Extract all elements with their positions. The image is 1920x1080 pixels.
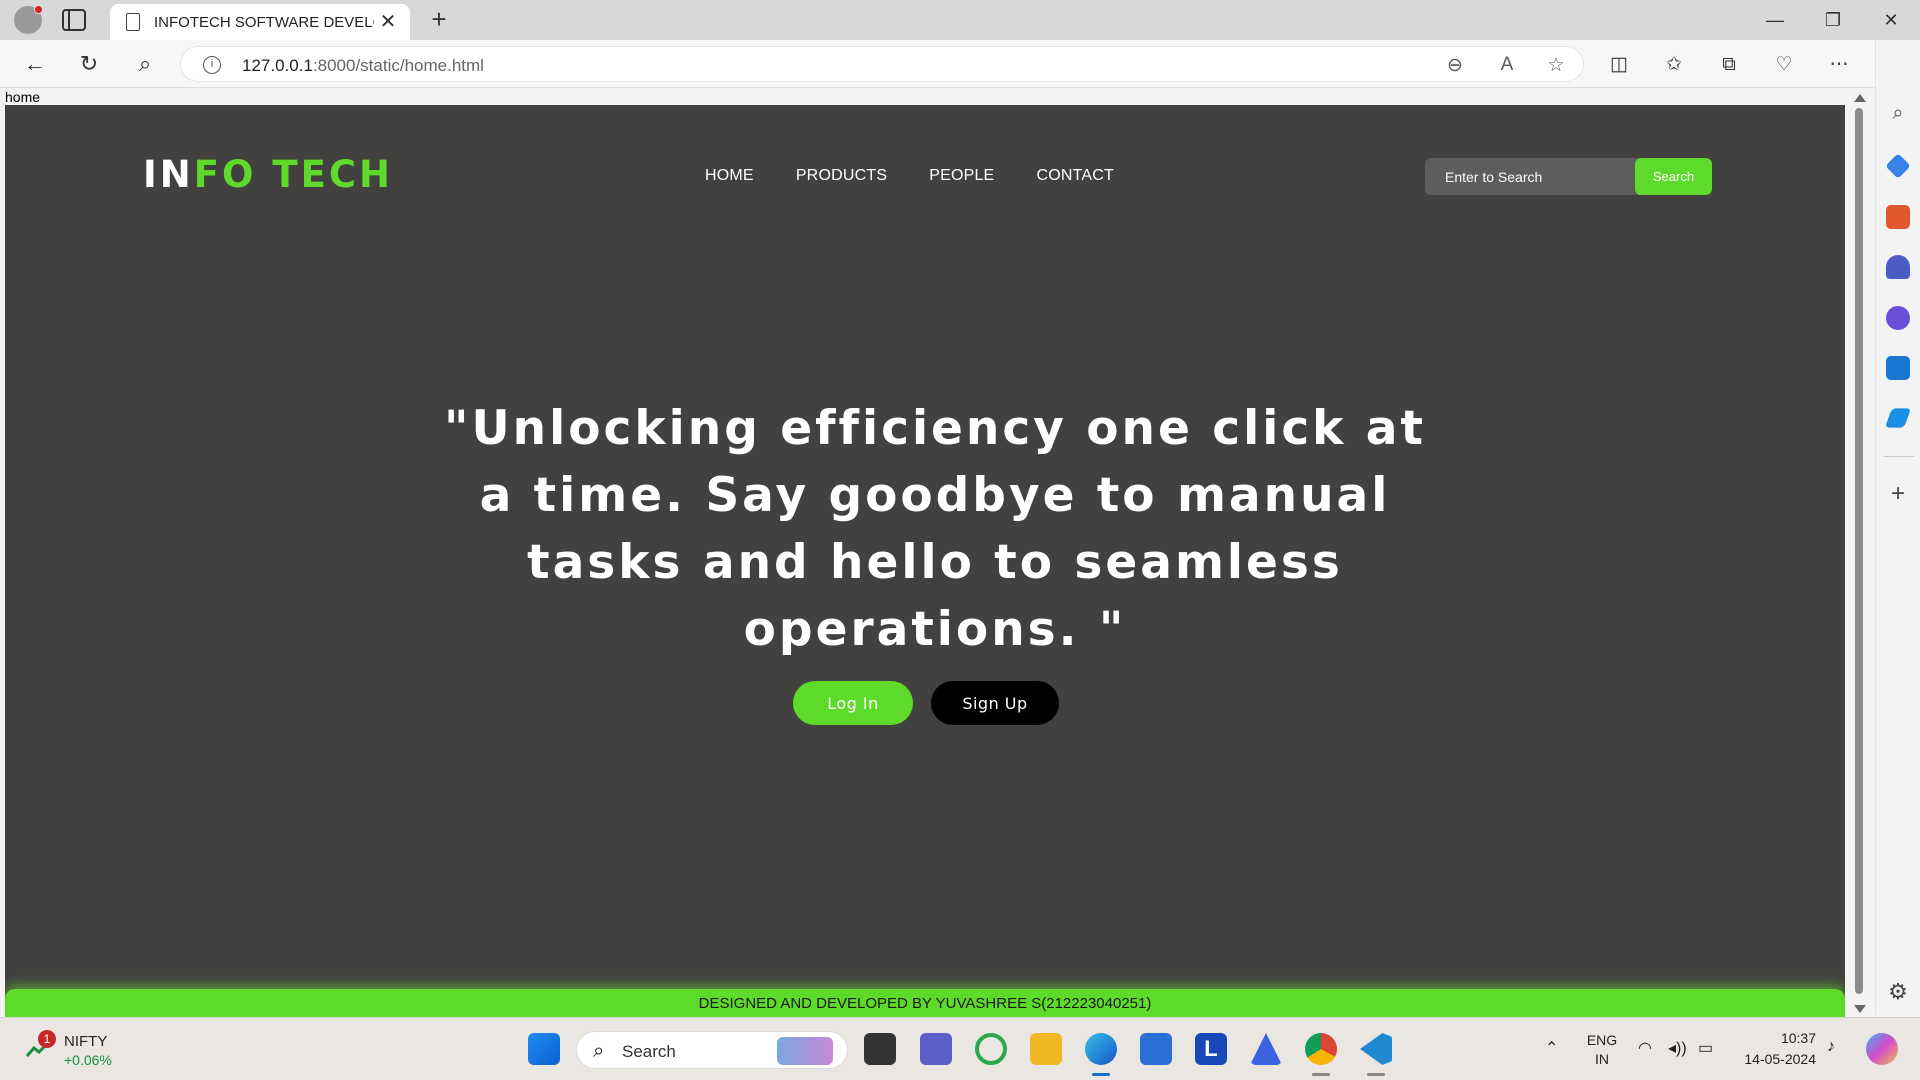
split-screen-icon[interactable]: ◫	[1606, 52, 1632, 78]
search-button[interactable]: Search	[1635, 158, 1712, 195]
settings-gear-icon[interactable]: ⚙	[1886, 980, 1910, 1004]
chrome-icon[interactable]	[1305, 1033, 1337, 1065]
scroll-down-icon[interactable]	[1854, 1005, 1866, 1013]
signup-button[interactable]: Sign Up	[931, 681, 1059, 725]
taskbar-search[interactable]: ⌕ Search	[576, 1031, 848, 1069]
file-explorer-icon[interactable]	[1030, 1033, 1062, 1065]
main-nav: HOME PRODUCTS PEOPLE CONTACT	[705, 167, 1114, 185]
tools-icon[interactable]	[1886, 205, 1910, 229]
notification-dot-icon	[34, 5, 43, 14]
edge-icon[interactable]	[1085, 1033, 1117, 1065]
favorites-icon[interactable]: ✩	[1661, 52, 1687, 78]
sidebar-search-icon[interactable]: ⌕	[1886, 102, 1910, 126]
microsoft-365-icon[interactable]	[1886, 306, 1910, 330]
stock-name: NIFTY	[64, 1033, 108, 1050]
arc-app-icon[interactable]	[1250, 1033, 1282, 1065]
nav-people[interactable]: PEOPLE	[929, 167, 994, 185]
login-button[interactable]: Log In	[793, 681, 913, 725]
tab-actions-icon[interactable]	[62, 9, 86, 31]
url-text[interactable]: 127.0.0.1:8000/static/home.html	[242, 56, 484, 76]
clock-date[interactable]: 14-05-2024	[1736, 1051, 1816, 1067]
tab-strip: INFOTECH SOFTWARE DEVELOPER ✕ + — ❐ ✕	[0, 0, 1920, 40]
add-icon[interactable]: +	[1886, 482, 1910, 506]
stock-badge: 1	[38, 1030, 56, 1048]
windows-taskbar: 1 NIFTY +0.06% ⌕ Search L ⌃ ENG IN ◠ ◂))…	[0, 1017, 1920, 1080]
store-icon[interactable]	[1140, 1033, 1172, 1065]
site-logo[interactable]: INFO TECH	[143, 153, 393, 196]
taskbar-search-label: Search	[622, 1042, 676, 1061]
language-top[interactable]: ENG	[1584, 1032, 1620, 1048]
more-options-icon[interactable]: ⋯	[1826, 52, 1852, 78]
edge-sidebar: ⌕ + ⚙	[1875, 40, 1920, 1015]
nav-contact[interactable]: CONTACT	[1036, 167, 1114, 185]
site-footer: DESIGNED AND DEVELOPED BY YUVASHREE S(21…	[5, 989, 1845, 1017]
page-viewport: INFO TECH HOME PRODUCTS PEOPLE CONTACT S…	[5, 105, 1845, 1017]
clock-time[interactable]: 10:37	[1736, 1030, 1816, 1046]
page-icon	[126, 13, 140, 31]
collections-icon[interactable]: ⧉	[1716, 52, 1742, 78]
address-bar: ← ↻ ⌕ i 127.0.0.1:8000/static/home.html …	[0, 40, 1920, 88]
notification-bell-icon[interactable]: ♪	[1827, 1038, 1835, 1056]
minimize-icon[interactable]: —	[1752, 6, 1798, 34]
nav-home[interactable]: HOME	[705, 167, 754, 185]
copilot-taskbar-icon[interactable]	[1866, 1033, 1898, 1065]
site-info-icon[interactable]: i	[203, 56, 221, 74]
edge-active-indicator	[1092, 1073, 1110, 1076]
wifi-icon[interactable]: ◠	[1638, 1038, 1652, 1058]
zoom-out-icon[interactable]: ⊖	[1443, 54, 1467, 77]
windows-start-icon[interactable]	[528, 1033, 560, 1065]
stock-widget[interactable]: 1 NIFTY +0.06%	[22, 1030, 152, 1070]
restore-icon[interactable]: ❐	[1810, 6, 1856, 34]
scroll-thumb[interactable]	[1855, 108, 1863, 994]
games-icon[interactable]	[1886, 255, 1910, 279]
close-tab-icon[interactable]: ✕	[376, 10, 400, 34]
site-search: Search	[1425, 158, 1712, 195]
hero-quote: "Unlocking efficiency one click at a tim…	[444, 401, 1426, 657]
browser-essentials-icon[interactable]: ♡	[1771, 52, 1797, 78]
vscode-icon[interactable]	[1360, 1033, 1392, 1065]
search-input[interactable]	[1425, 158, 1635, 195]
battery-icon[interactable]: ▭	[1698, 1038, 1713, 1058]
teams-icon[interactable]	[920, 1033, 952, 1065]
logo-part-tech: TECH	[272, 153, 393, 196]
page-label: home	[5, 89, 41, 105]
volume-icon[interactable]: ◂))	[1668, 1038, 1687, 1058]
browser-tab[interactable]: INFOTECH SOFTWARE DEVELOPER ✕	[110, 4, 410, 40]
outlook-icon[interactable]	[1886, 356, 1910, 380]
send-icon[interactable]	[1884, 408, 1912, 428]
page-scrollbar[interactable]	[1849, 92, 1869, 1015]
read-aloud-icon[interactable]: A	[1495, 54, 1519, 76]
favorite-star-icon[interactable]: ☆	[1544, 54, 1568, 77]
url-field[interactable]: i 127.0.0.1:8000/static/home.html ⊖ A ☆	[180, 46, 1584, 82]
show-hidden-icons-icon[interactable]: ⌃	[1545, 1038, 1558, 1058]
nav-products[interactable]: PRODUCTS	[796, 167, 887, 185]
tab-title: INFOTECH SOFTWARE DEVELOPER	[154, 14, 374, 31]
shopping-tag-icon[interactable]	[1885, 153, 1911, 179]
chrome-indicator	[1312, 1073, 1330, 1076]
l-app-icon[interactable]: L	[1195, 1033, 1227, 1065]
new-tab-icon[interactable]: +	[424, 4, 454, 34]
language-bottom[interactable]: IN	[1584, 1051, 1620, 1067]
search-icon[interactable]: ⌕	[130, 50, 160, 78]
stock-change: +0.06%	[64, 1052, 112, 1068]
back-icon[interactable]: ←	[20, 50, 50, 78]
sync-app-icon[interactable]	[975, 1033, 1007, 1065]
url-host: 127.0.0.1	[242, 56, 313, 75]
vscode-indicator	[1367, 1073, 1385, 1076]
search-highlight-icon	[777, 1037, 833, 1065]
close-window-icon[interactable]: ✕	[1868, 6, 1914, 34]
logo-part-fo: FO	[193, 153, 257, 196]
taskbar-search-icon: ⌕	[593, 1040, 605, 1062]
task-view-icon[interactable]	[864, 1033, 896, 1065]
logo-part-in: IN	[143, 153, 194, 196]
sidebar-divider	[1884, 456, 1914, 457]
refresh-icon[interactable]: ↻	[74, 50, 104, 78]
url-path: :8000/static/home.html	[312, 56, 484, 75]
profile-avatar-icon[interactable]	[14, 5, 43, 34]
scroll-up-icon[interactable]	[1854, 94, 1866, 102]
